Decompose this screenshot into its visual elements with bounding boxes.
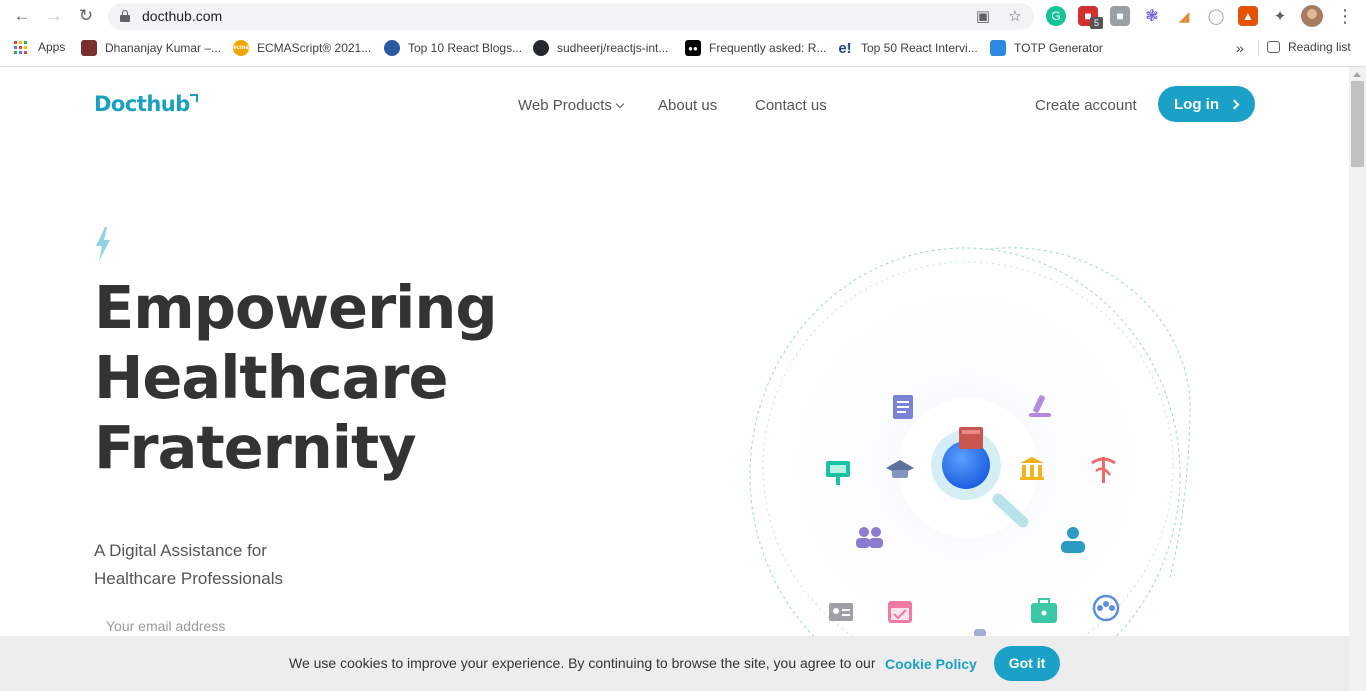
extensions-puzzle-icon[interactable]: ✦ [1270,6,1290,26]
document-icon [893,395,913,419]
scrollbar-thumb[interactable] [1351,81,1364,167]
bookmark-label: TOTP Generator [1014,41,1103,55]
url-text: docthub.com [142,8,223,24]
nav-about-us[interactable]: About us [658,97,717,114]
bookmarks-overflow-icon[interactable]: » [1236,40,1244,56]
calendar-icon [888,601,912,623]
timer-extension-icon[interactable]: ◯ [1206,6,1226,26]
reading-list-icon [1267,41,1280,53]
tag-extension-icon[interactable]: ▲ [1238,6,1258,26]
grammarly-icon[interactable]: G [1046,6,1066,26]
healthcare-illustration [749,247,1191,691]
bookmark-label: Dhananjay Kumar –... [105,41,222,55]
hero-subtitle-line: A Digital Assistance for [94,541,267,560]
bookmarks-divider [1258,40,1259,56]
docthub-page: Docthub Web Products About us Contact us… [0,67,1349,691]
bookmark-github[interactable]: sudheerj/reactjs-int... [533,40,668,56]
bookmark-label: Top 50 React Intervi... [861,41,978,55]
snowflake-extension-icon[interactable]: ❃ [1142,6,1162,26]
eyedropper-extension-icon[interactable]: ◢ [1174,6,1194,26]
bookmark-frequently-asked[interactable]: ●● Frequently asked: R... [685,40,826,56]
cookie-policy-link[interactable]: Cookie Policy [885,656,977,672]
qr-code-icon[interactable]: ▣ [974,8,992,26]
forward-icon[interactable]: → [42,5,66,27]
nav-web-products[interactable]: Web Products [518,97,625,114]
id-card-icon [829,603,853,621]
medium-favicon: ●● [685,40,701,56]
got-it-button[interactable]: Got it [994,646,1060,681]
browser-chrome: ← → ↻ docthub.com ▣ ☆ G ■ 5 ■ ❃ ◢ ◯ ▲ ✦ … [0,0,1366,67]
cookie-banner: We use cookies to improve your experienc… [0,636,1349,691]
chevron-down-icon [615,99,625,109]
bookmark-star-icon[interactable]: ☆ [1006,8,1024,26]
ecma-favicon: ecma [233,40,249,56]
apps-grid-icon [14,40,27,54]
reload-icon[interactable]: ↻ [74,5,98,27]
bookmark-label: ECMAScript® 2021... [257,41,372,55]
back-icon[interactable]: ← [10,5,34,27]
bookmark-react-interview[interactable]: e! Top 50 React Intervi... [837,39,978,57]
profile-avatar[interactable] [1301,5,1323,27]
bookmark-ecmascript[interactable]: ecma ECMAScript® 2021... [233,40,371,56]
extension-icon[interactable]: ■ [1110,6,1130,26]
create-account-link[interactable]: Create account [1035,97,1137,114]
bookmark-label: Apps [38,40,66,54]
hero-title-line: Empowering [94,273,498,342]
bookmark-apps[interactable]: Apps [14,40,65,54]
bookmark-dhananjay[interactable]: Dhananjay Kumar –... [81,40,221,56]
browser-menu-icon[interactable]: ⋮ [1336,5,1354,27]
page-scrollbar[interactable] [1349,67,1366,691]
totp-favicon [990,40,1006,56]
github-favicon [533,40,549,56]
bookmark-label: Top 10 React Blogs... [408,41,523,55]
scroll-up-icon[interactable] [1353,72,1361,77]
nav-contact-us[interactable]: Contact us [755,97,827,114]
logo-mark-icon [190,94,198,102]
extension-badge: 5 [1090,17,1103,29]
hero-title-line: Fraternity [94,413,417,482]
nav-web-products-label: Web Products [518,97,612,114]
bookmark-label: Frequently asked: R... [709,41,827,55]
lightning-bolt-icon [96,227,110,261]
chevron-right-icon [1229,99,1240,109]
bookmarks-bar: Apps Dhananjay Kumar –... ecma ECMAScrip… [0,36,1366,60]
reading-list-button[interactable]: Reading list [1267,40,1351,54]
bookmark-react-blogs[interactable]: Top 10 React Blogs... [384,40,522,56]
login-label: Log in [1174,95,1219,113]
lock-icon [120,10,130,22]
bookmark-label: sudheerj/reactjs-int... [557,41,669,55]
address-bar[interactable]: docthub.com ▣ ☆ [108,3,1034,30]
hero-title: Empowering Healthcare Fraternity [94,273,498,483]
browser-toolbar: ← → ↻ docthub.com ▣ ☆ G ■ 5 ■ ❃ ◢ ◯ ▲ ✦ … [0,0,1366,33]
hero-title-line: Healthcare [94,343,449,412]
blog-favicon [384,40,400,56]
bookmark-totp[interactable]: TOTP Generator [990,40,1103,56]
cookie-text: We use cookies to improve your experienc… [289,655,876,671]
reading-list-label: Reading list [1288,40,1351,54]
login-button[interactable]: Log in [1158,86,1255,122]
books-icon [959,427,983,449]
hero-subtitle-line: Healthcare Professionals [94,569,283,588]
docthub-logo[interactable]: Docthub [94,92,190,116]
edureka-favicon: e! [838,39,852,57]
hero-subtitle: A Digital Assistance for Healthcare Prof… [94,537,283,593]
dhananjay-favicon [81,40,97,56]
